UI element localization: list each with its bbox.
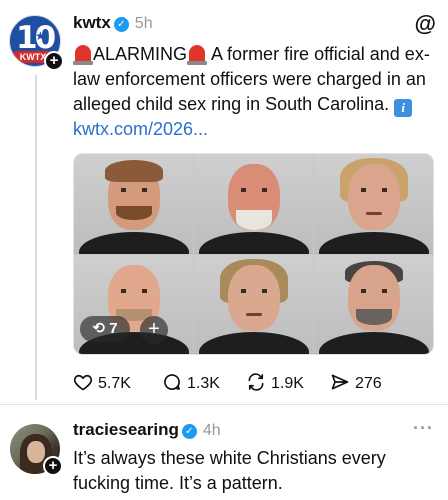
like-count: 5.7K	[98, 375, 131, 392]
repost-button[interactable]: 1.9K	[246, 372, 304, 394]
send-icon	[331, 374, 349, 390]
verified-badge-icon: ✓	[113, 17, 129, 32]
info-icon: i	[394, 99, 413, 117]
mugshot-photo[interactable]	[314, 254, 433, 354]
post-header: traciesearing ✓ 4h	[73, 420, 221, 440]
follow-plus-icon[interactable]: +	[43, 456, 63, 476]
heart-icon	[73, 374, 93, 391]
post-divider	[0, 404, 448, 405]
post-header: kwtx ✓ 5h	[73, 13, 153, 33]
repost-chip-count: 7	[109, 320, 118, 337]
repost-count-chip[interactable]: ⟲ 7	[80, 316, 130, 342]
repost-count: 1.9K	[271, 375, 304, 392]
post-time: 4h	[202, 422, 221, 439]
thread-line	[35, 75, 37, 400]
reply-count: 1.3K	[187, 375, 220, 392]
share-count: 276	[355, 375, 382, 392]
mugshot-photo[interactable]	[314, 154, 433, 254]
alarm-word: ALARMING	[93, 44, 188, 64]
follow-plus-icon[interactable]: +	[44, 51, 64, 71]
like-button[interactable]: 5.7K	[73, 372, 131, 394]
more-options-icon[interactable]: ···	[413, 418, 434, 439]
add-photo-button[interactable]: +	[140, 316, 168, 344]
threads-logo-icon[interactable]: @	[415, 11, 436, 37]
reply-button[interactable]: 1.3K	[162, 372, 220, 394]
repost-chip-icon: ⟲	[92, 320, 106, 337]
username[interactable]: kwtx	[73, 13, 111, 32]
star-icon: ★	[35, 29, 46, 43]
mugshot-photo[interactable]	[194, 254, 313, 354]
mugshot-photo[interactable]	[74, 154, 193, 254]
verified-badge-icon: ✓	[181, 424, 197, 439]
article-link[interactable]: kwtx.com/2026...	[73, 119, 208, 139]
post-body: ALARMING A former fire official and ex-l…	[73, 42, 433, 142]
repost-icon	[248, 373, 264, 391]
username[interactable]: traciesearing	[73, 420, 179, 439]
post-actions: 5.7K 1.3K 1.9K 276	[73, 372, 413, 394]
comment-icon	[164, 374, 180, 390]
siren-icon	[73, 45, 93, 65]
siren-icon	[187, 45, 208, 65]
post-text: It’s always these white Christians every…	[73, 448, 386, 493]
share-button[interactable]: 276	[330, 372, 382, 394]
post-time: 5h	[134, 15, 153, 32]
mugshot-photo[interactable]	[194, 154, 313, 254]
